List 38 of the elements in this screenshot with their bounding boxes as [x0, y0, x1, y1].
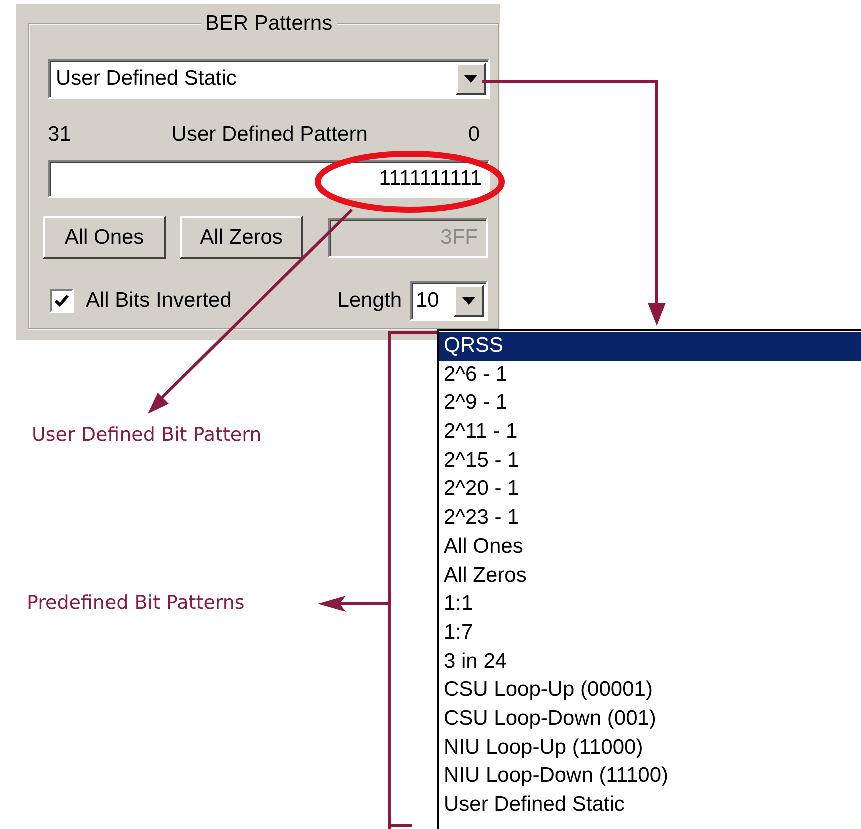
caret-icon [464, 75, 478, 83]
dropdown-value: User Defined Static [56, 67, 237, 91]
group-title: BER Patterns [204, 12, 334, 36]
dropdown-button[interactable] [456, 63, 486, 95]
bit-index-label: 31 [48, 123, 72, 147]
list-item[interactable]: 1:1 [439, 590, 861, 619]
list-item[interactable]: 2^6 - 1 [439, 360, 861, 390]
list-item[interactable]: 1:7 [439, 618, 861, 648]
list-item[interactable]: NIU Loop-Up (11000) [439, 734, 861, 762]
list-item[interactable]: 2^11 - 1 [439, 418, 861, 447]
dropdown-value: 10 [416, 289, 440, 313]
pattern-dropdown[interactable]: User Defined Static [48, 59, 490, 99]
dropdown-button[interactable] [454, 285, 484, 317]
list-item[interactable]: 2^20 - 1 [439, 475, 861, 504]
length-dropdown[interactable]: 10 [410, 281, 488, 321]
list-item[interactable]: QRSS [439, 332, 861, 361]
pattern-label: User Defined Pattern [172, 123, 368, 147]
length-label: Length [338, 289, 402, 313]
list-item[interactable]: 3 in 24 [439, 648, 861, 676]
list-item[interactable]: 2^9 - 1 [439, 389, 861, 418]
list-item[interactable]: 2^15 - 1 [439, 446, 861, 476]
list-item[interactable]: NIU Loop-Down (11100) [439, 762, 861, 791]
list-item[interactable]: All Ones [439, 532, 861, 562]
list-item[interactable]: CSU Loop-Up (00001) [439, 676, 861, 705]
list-item[interactable]: All Zeros [439, 562, 861, 590]
pattern-input-field[interactable]: 1111111111 [48, 160, 490, 198]
checkbox-label: All Bits Inverted [86, 289, 232, 313]
check-icon [55, 295, 69, 307]
list-item[interactable]: 2^23 - 1 [439, 504, 861, 533]
caret-icon [462, 297, 476, 305]
list-item[interactable]: CSU Loop-Down (001) [439, 704, 861, 734]
pattern-button[interactable]: All Zeros [180, 216, 303, 259]
pattern-button[interactable]: All Ones [43, 216, 166, 259]
callout-label: User Defined Bit Pattern [32, 424, 262, 446]
list-item[interactable]: User Defined Static [439, 791, 861, 820]
bit-index-label: 0 [468, 123, 480, 147]
callout-label: Predefined Bit Patterns [27, 592, 245, 614]
checkbox[interactable] [50, 289, 74, 313]
